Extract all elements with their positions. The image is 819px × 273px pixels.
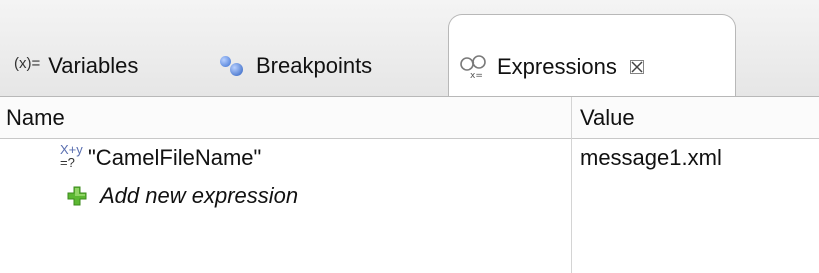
expressions-table: Name Value X+y =? "CamelFileName" messag… [0,96,819,273]
svg-text:x=: x= [470,71,483,80]
expressions-icon: x= [460,54,486,80]
tab-strip: (x)= Variables Breakpoints x= Expression… [0,0,819,96]
tab-expressions[interactable]: x= Expressions [448,14,736,96]
table-header: Name Value [0,97,819,139]
expression-name: "CamelFileName" [88,145,262,170]
tab-label: Expressions [497,53,617,79]
tab-label: Variables [48,53,139,78]
expression-value: message1.xml [580,145,722,170]
expression-item-icon: X+y =? [60,142,83,170]
add-expression-label: Add new expression [100,183,299,208]
breakpoints-icon [218,54,248,78]
close-icon[interactable] [629,59,645,75]
table-row[interactable]: X+y =? "CamelFileName" message1.xml [0,139,819,177]
add-expression-row[interactable]: Add new expression [0,177,819,215]
variables-icon: (x)= [14,54,41,72]
plus-icon [67,186,87,206]
column-header-name[interactable]: Name [6,97,65,138]
expressions-view: (x)= Variables Breakpoints x= Expression… [0,0,819,273]
tab-variables[interactable]: (x)= Variables [14,36,138,96]
tab-breakpoints[interactable]: Breakpoints [218,36,372,96]
column-header-value[interactable]: Value [580,97,635,138]
tab-label: Breakpoints [256,53,373,78]
